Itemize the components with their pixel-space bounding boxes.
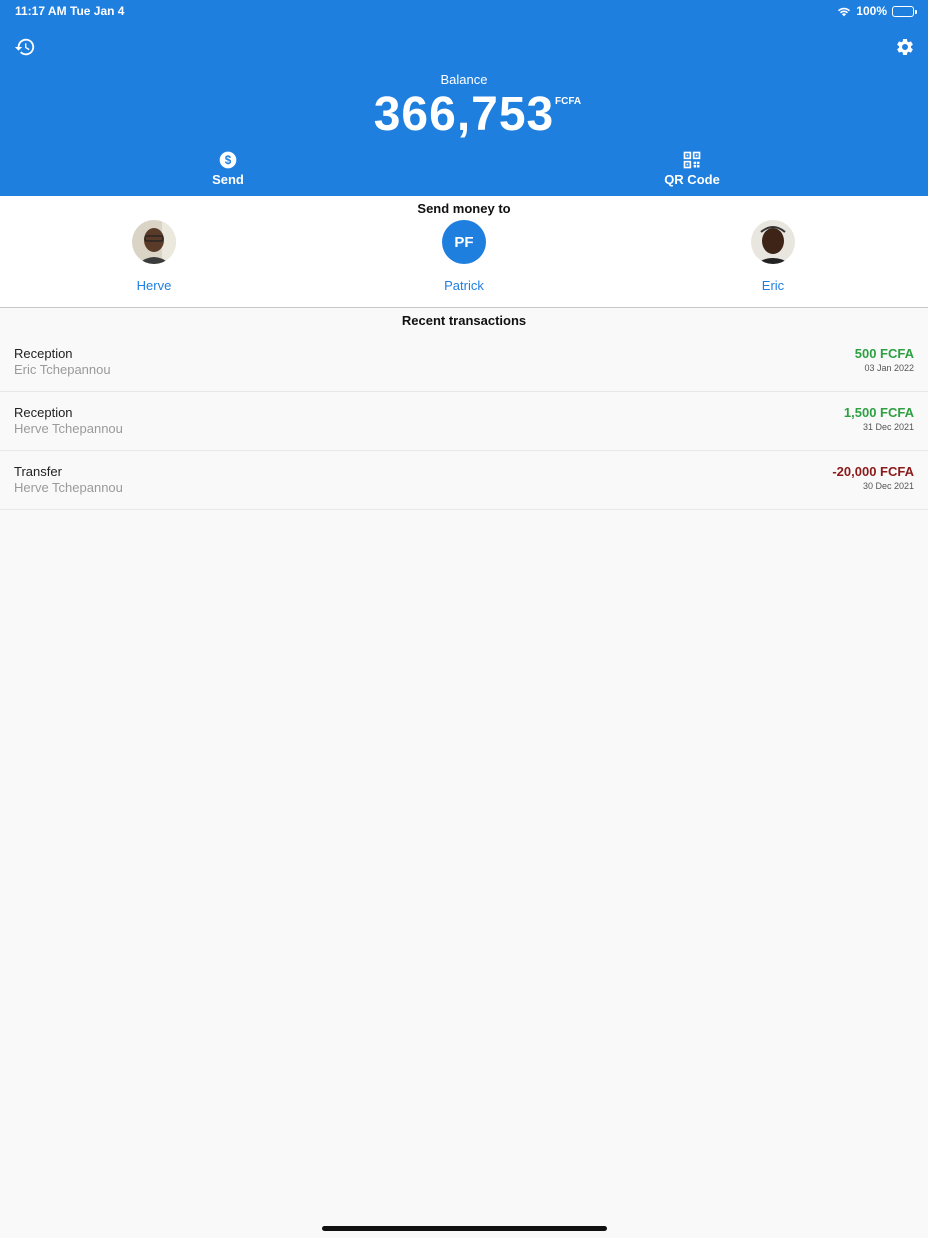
dollar-circle-icon: $	[219, 151, 237, 169]
transaction-list: Reception Eric Tchepannou 500 FCFA 03 Ja…	[0, 333, 928, 510]
qr-code-icon	[683, 151, 701, 169]
status-date: Tue Jan 4	[70, 4, 125, 18]
home-indicator[interactable]	[322, 1226, 607, 1231]
avatar-eric	[751, 220, 795, 264]
contact-name: Patrick	[444, 278, 484, 293]
person-photo-icon	[751, 220, 795, 264]
person-photo-icon	[132, 220, 176, 264]
send-button[interactable]: $ Send	[168, 150, 288, 190]
transaction-amount: 1,500 FCFA	[843, 405, 914, 420]
contact-name: Herve	[136, 278, 172, 293]
balance-label: Balance	[440, 72, 488, 87]
send-money-title: Send money to	[417, 201, 511, 216]
transaction-row[interactable]: Reception Eric Tchepannou 500 FCFA 03 Ja…	[0, 333, 928, 392]
avatar-initials: PF	[442, 220, 486, 264]
transaction-party: Eric Tchepannou	[14, 362, 111, 377]
balance-header: 11:17 AM Tue Jan 4 100% Balance 366,753 …	[0, 0, 928, 196]
transaction-party: Herve Tchepannou	[14, 480, 123, 495]
qr-code-button[interactable]: QR Code	[632, 150, 752, 190]
transaction-type: Reception	[14, 346, 73, 361]
transaction-date: 31 Dec 2021	[862, 422, 914, 432]
battery-percent: 100%	[856, 4, 887, 18]
wifi-icon	[838, 7, 851, 16]
history-icon[interactable]	[14, 36, 36, 58]
transaction-row[interactable]: Reception Herve Tchepannou 1,500 FCFA 31…	[0, 392, 928, 451]
status-bar: 11:17 AM Tue Jan 4 100%	[0, 0, 928, 22]
contact-eric[interactable]: Eric	[713, 220, 833, 293]
contact-patrick[interactable]: PF Patrick	[404, 220, 524, 293]
transaction-date: 30 Dec 2021	[862, 481, 914, 491]
qr-code-label: QR Code	[664, 172, 720, 187]
avatar-herve	[132, 220, 176, 264]
gear-icon[interactable]	[895, 37, 915, 57]
status-time: 11:17 AM	[15, 4, 67, 18]
transaction-date: 03 Jan 2022	[864, 363, 914, 373]
status-right: 100%	[837, 4, 917, 18]
transaction-amount: -20,000 FCFA	[832, 464, 914, 479]
balance-row: 366,753 FCFA	[0, 88, 928, 142]
battery-icon	[892, 5, 917, 17]
balance-amount: 366,753	[373, 88, 555, 141]
balance-currency: FCFA	[555, 96, 582, 107]
transaction-row[interactable]: Transfer Herve Tchepannou -20,000 FCFA 3…	[0, 451, 928, 510]
transaction-amount: 500 FCFA	[854, 346, 914, 361]
transaction-type: Reception	[14, 405, 73, 420]
transaction-party: Herve Tchepannou	[14, 421, 123, 436]
contact-herve[interactable]: Herve	[94, 220, 214, 293]
send-label: Send	[212, 172, 244, 187]
contact-name: Eric	[761, 278, 785, 293]
svg-text:$: $	[225, 154, 232, 167]
send-money-section: Send money to Herve PF Patrick Eric	[0, 196, 928, 308]
transaction-type: Transfer	[14, 464, 62, 479]
recent-transactions-title: Recent transactions	[401, 313, 527, 328]
